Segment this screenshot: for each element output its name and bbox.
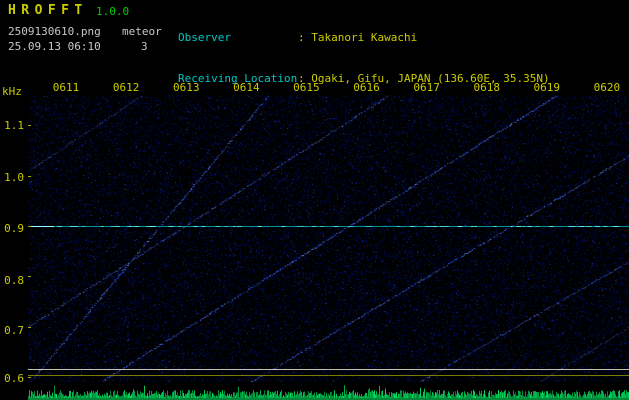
meteor-mode-label: meteor xyxy=(122,25,162,38)
freq-axis-unit: kHz xyxy=(2,85,22,98)
app-version: 1.0.0 xyxy=(96,5,130,18)
time-tick-0618: 0618 xyxy=(473,81,500,94)
freq-tick-1_1: 1.1 xyxy=(4,119,24,132)
app-title: HROFFT xyxy=(8,3,88,18)
freq-tick-0_7: 0.7 xyxy=(4,324,24,337)
freq-tick-0_6: 0.6 xyxy=(4,372,24,385)
time-tick-0619: 0619 xyxy=(533,81,561,94)
freq-tick-0_9: 0.9 xyxy=(4,222,24,235)
output-filename: 2509130610.png xyxy=(8,25,101,38)
time-tick-0616: 0616 xyxy=(353,81,380,94)
meteor-count: 3 xyxy=(141,40,148,53)
spectrogram-canvas xyxy=(28,95,629,382)
time-tick-0612: 0612 xyxy=(112,81,140,94)
time-tick-0613: 0613 xyxy=(172,81,200,94)
freq-tick-1_0: 1.0 xyxy=(4,171,24,184)
info-row-observer: Observer : Takanori Kawachi xyxy=(178,31,550,45)
time-tick-0620: 0620 xyxy=(593,81,621,94)
time-tick-0615: 0615 xyxy=(293,81,320,94)
time-tick-0614: 0614 xyxy=(233,81,260,94)
info-value-observer: : Takanori Kawachi xyxy=(298,31,418,44)
observation-datetime: 25.09.13 06:10 xyxy=(8,40,101,53)
time-tick-0617: 0617 xyxy=(413,81,440,94)
time-axis: 0611 0612 0613 0614 0615 0616 0617 0618 … xyxy=(36,81,629,94)
freq-tick-0_8: 0.8 xyxy=(4,274,24,287)
info-label-observer: Observer xyxy=(178,31,231,44)
signal-strength-strip xyxy=(28,383,629,400)
hrofft-output: HROFFT 1.0.0 2509130610.png meteor 25.09… xyxy=(0,0,629,400)
time-tick-0611: 0611 xyxy=(52,81,80,94)
